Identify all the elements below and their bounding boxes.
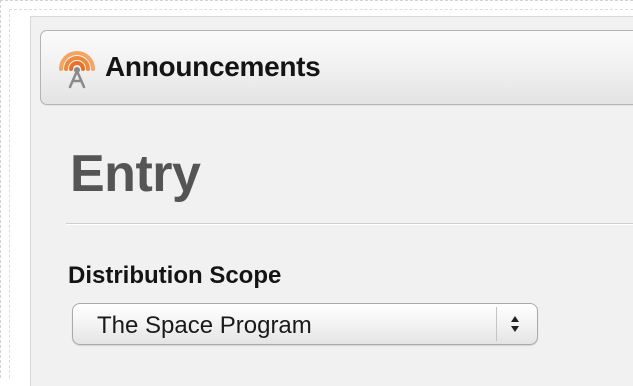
up-down-arrows-icon <box>511 316 519 332</box>
announcements-header: Announcements <box>40 30 633 105</box>
title-divider <box>66 223 633 225</box>
distribution-scope-value: The Space Program <box>97 312 312 339</box>
header-title: Announcements <box>105 51 321 82</box>
distribution-scope-select[interactable]: The Space Program <box>72 303 538 345</box>
broadcast-tower-icon <box>59 51 95 89</box>
distribution-scope-label: Distribution Scope <box>68 262 282 289</box>
select-divider <box>496 307 497 341</box>
page-title: Entry <box>70 145 201 203</box>
